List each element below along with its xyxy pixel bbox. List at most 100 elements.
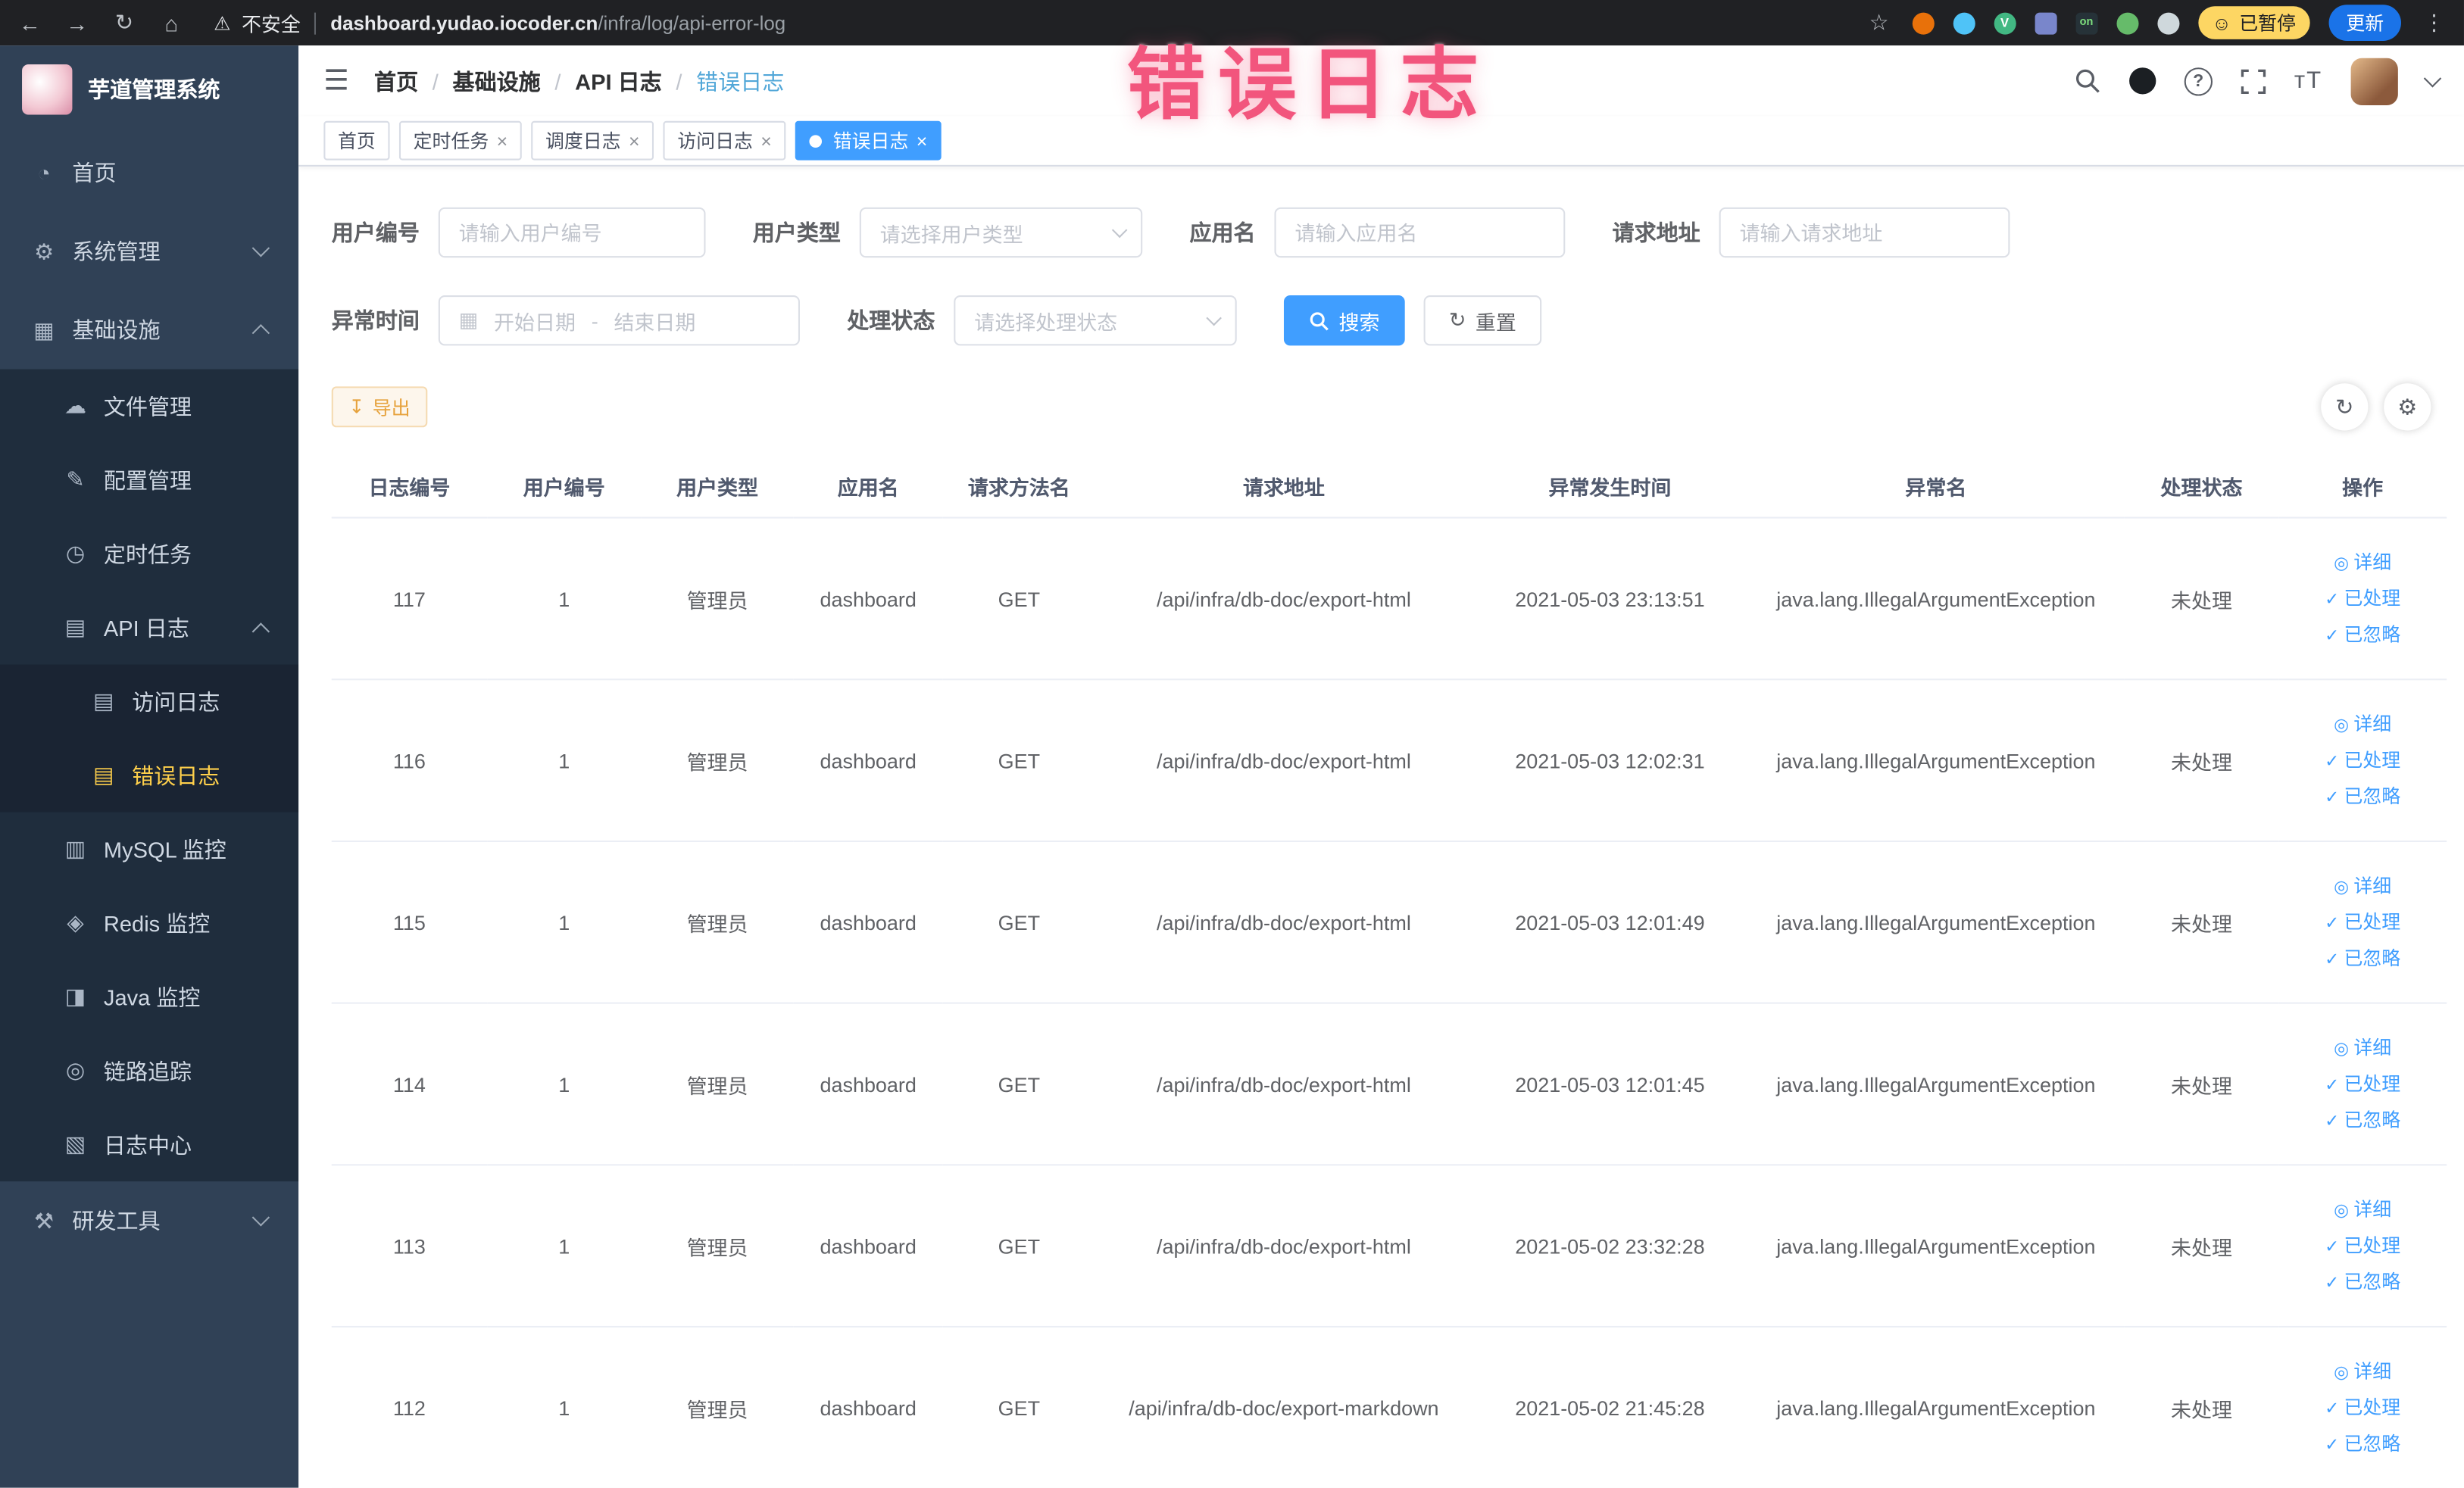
check-icon: ✓ — [2325, 1399, 2340, 1418]
sidebar-item-trace[interactable]: ◎ 链路追踪 — [0, 1034, 298, 1108]
eye-icon: ◎ — [2334, 1362, 2350, 1382]
detail-link[interactable]: ◎ 详细 — [2280, 544, 2445, 581]
tab-access-log[interactable]: 访问日志 × — [663, 120, 786, 161]
sidebar-item-system[interactable]: ⚙ 系统管理 — [0, 212, 298, 291]
detail-link[interactable]: ◎ 详细 — [2280, 868, 2445, 904]
column-settings-button[interactable]: ⚙ — [2384, 383, 2431, 431]
mark-ignored-link[interactable]: ✓ 已忽略 — [2280, 941, 2445, 977]
mark-ignored-link[interactable]: ✓ 已忽略 — [2280, 616, 2445, 653]
sidebar-item-access-log[interactable]: ▤ 访问日志 — [0, 665, 298, 739]
date-separator: - — [591, 308, 598, 332]
sidebar-item-dev-tools[interactable]: ⚒ 研发工具 — [0, 1181, 298, 1260]
address-bar[interactable]: ⚠ 不安全 dashboard.yudao.iocoder.cn/infra/l… — [214, 8, 785, 37]
extension-icon-1[interactable] — [1912, 11, 1935, 34]
sidebar-item-file-management[interactable]: ☁ 文件管理 — [0, 370, 298, 444]
tab-home[interactable]: 首页 — [323, 120, 390, 161]
close-icon[interactable]: × — [760, 129, 772, 151]
mark-ignored-link[interactable]: ✓ 已忽略 — [2280, 1264, 2445, 1300]
extension-icon-paw[interactable] — [2156, 11, 2179, 34]
mark-ignored-link[interactable]: ✓ 已忽略 — [2280, 1102, 2445, 1138]
cell-user-type: 管理员 — [641, 841, 794, 1004]
tab-label: 错误日志 — [832, 130, 909, 153]
date-start-placeholder: 开始日期 — [494, 310, 576, 334]
mark-processed-link[interactable]: ✓ 已处理 — [2280, 1228, 2445, 1264]
home-icon[interactable]: ⌂ — [157, 10, 185, 35]
sidebar-item-java-monitor[interactable]: ◨ Java 监控 — [0, 960, 298, 1034]
help-icon[interactable]: ? — [2184, 67, 2213, 95]
mark-processed-link[interactable]: ✓ 已处理 — [2280, 1066, 2445, 1103]
download-icon: ↧ — [348, 395, 365, 418]
close-icon[interactable]: × — [917, 129, 928, 151]
process-status-select[interactable]: 请选择处理状态 — [954, 295, 1237, 346]
mark-processed-link[interactable]: ✓ 已处理 — [2280, 904, 2445, 941]
reload-icon[interactable]: ↻ — [110, 9, 138, 36]
mark-processed-link[interactable]: ✓ 已处理 — [2280, 742, 2445, 778]
sidebar-item-mysql-monitor[interactable]: ▥ MySQL 监控 — [0, 813, 298, 887]
close-icon[interactable]: × — [497, 129, 508, 151]
breadcrumb-home[interactable]: 首页 — [374, 65, 418, 96]
sidebar-item-scheduled-jobs[interactable]: ◷ 定时任务 — [0, 517, 298, 591]
search-button[interactable]: 搜索 — [1283, 295, 1405, 346]
document-icon: ▤ — [93, 762, 114, 788]
hamburger-icon[interactable]: ☰ — [323, 64, 348, 98]
tab-error-log[interactable]: 错误日志 × — [795, 120, 942, 161]
mark-processed-link[interactable]: ✓ 已处理 — [2280, 581, 2445, 617]
user-id-input[interactable] — [438, 207, 706, 258]
detail-link[interactable]: ◎ 详细 — [2280, 1030, 2445, 1066]
avatar-caret-icon[interactable] — [2423, 68, 2442, 87]
main-area: ☰ 首页 / 基础设施 / API 日志 / 错误日志 ? тT 首页 定时任务… — [298, 45, 2464, 1488]
cell-user-id: 1 — [487, 679, 642, 842]
fullscreen-icon[interactable] — [2241, 68, 2266, 94]
sidebar-item-api-log[interactable]: ▤ API 日志 — [0, 591, 298, 665]
app-name-input[interactable] — [1274, 207, 1566, 258]
bookmark-star-icon[interactable]: ☆ — [1865, 9, 1893, 36]
detail-link[interactable]: ◎ 详细 — [2280, 1192, 2445, 1228]
close-icon[interactable]: × — [629, 129, 640, 151]
check-icon: ✓ — [2325, 1435, 2340, 1455]
back-icon[interactable]: ← — [16, 10, 44, 35]
date-range-picker[interactable]: ▦ 开始日期 - 结束日期 — [438, 295, 800, 346]
paused-badge[interactable]: ☺ 已暂停 — [2197, 6, 2310, 39]
sidebar-item-home[interactable]: ◔ 首页 — [0, 133, 298, 212]
reset-button[interactable]: ↻ 重置 — [1423, 295, 1542, 346]
sidebar-item-infra[interactable]: ▦ 基础设施 — [0, 291, 298, 370]
search-icon[interactable] — [2074, 67, 2100, 94]
dashboard-icon: ◔ — [37, 160, 51, 186]
breadcrumb-infra[interactable]: 基础设施 — [453, 65, 541, 96]
ignored-link-label: 已忽略 — [2344, 622, 2401, 645]
mark-processed-link[interactable]: ✓ 已处理 — [2280, 1390, 2445, 1426]
cell-user-id: 1 — [487, 1003, 642, 1166]
extension-icon-2[interactable] — [1953, 11, 1975, 34]
github-icon[interactable] — [2128, 67, 2156, 95]
document-icon: ▤ — [93, 688, 114, 713]
extension-icon-vue[interactable]: V — [1994, 11, 2016, 34]
detail-link[interactable]: ◎ 详细 — [2280, 707, 2445, 743]
chrome-menu-icon[interactable]: ⋮ — [2420, 9, 2448, 36]
extension-icon-grid[interactable] — [2034, 11, 2057, 34]
font-size-icon[interactable]: тT — [2294, 67, 2322, 94]
sidebar-item-redis-monitor[interactable]: ◈ Redis 监控 — [0, 886, 298, 960]
user-type-select[interactable]: 请选择用户类型 — [859, 207, 1143, 258]
cell-user-type: 管理员 — [641, 1326, 794, 1488]
sidebar-item-config-management[interactable]: ✎ 配置管理 — [0, 443, 298, 517]
forward-icon[interactable]: → — [63, 10, 91, 35]
chrome-update-button[interactable]: 更新 — [2328, 5, 2401, 41]
mark-ignored-link[interactable]: ✓ 已忽略 — [2280, 1426, 2445, 1462]
mark-ignored-link[interactable]: ✓ 已忽略 — [2280, 778, 2445, 815]
refresh-table-button[interactable]: ↻ — [2321, 383, 2369, 431]
cell-request-url: /api/infra/db-doc/export-html — [1095, 679, 1472, 842]
detail-link[interactable]: ◎ 详细 — [2280, 1353, 2445, 1390]
extension-icon-on[interactable]: on — [2075, 11, 2097, 34]
logo[interactable]: 芋道管理系统 — [0, 45, 298, 133]
tab-scheduled-jobs[interactable]: 定时任务 × — [398, 120, 522, 161]
breadcrumb-api-log[interactable]: API 日志 — [575, 65, 662, 96]
request-url-input[interactable] — [1719, 207, 2010, 258]
sidebar-item-log-center[interactable]: ▧ 日志中心 — [0, 1108, 298, 1182]
tab-schedule-log[interactable]: 调度日志 × — [531, 120, 654, 161]
extension-icon-leaf[interactable] — [2116, 11, 2138, 34]
table-toolbar: ↧ 导出 ↻ ⚙ — [331, 383, 2431, 431]
user-avatar[interactable] — [2350, 57, 2398, 105]
table-body: 117 1 管理员 dashboard GET /api/infra/db-do… — [331, 517, 2447, 1488]
export-button[interactable]: ↧ 导出 — [331, 386, 428, 428]
sidebar-item-error-log[interactable]: ▤ 错误日志 — [0, 738, 298, 813]
